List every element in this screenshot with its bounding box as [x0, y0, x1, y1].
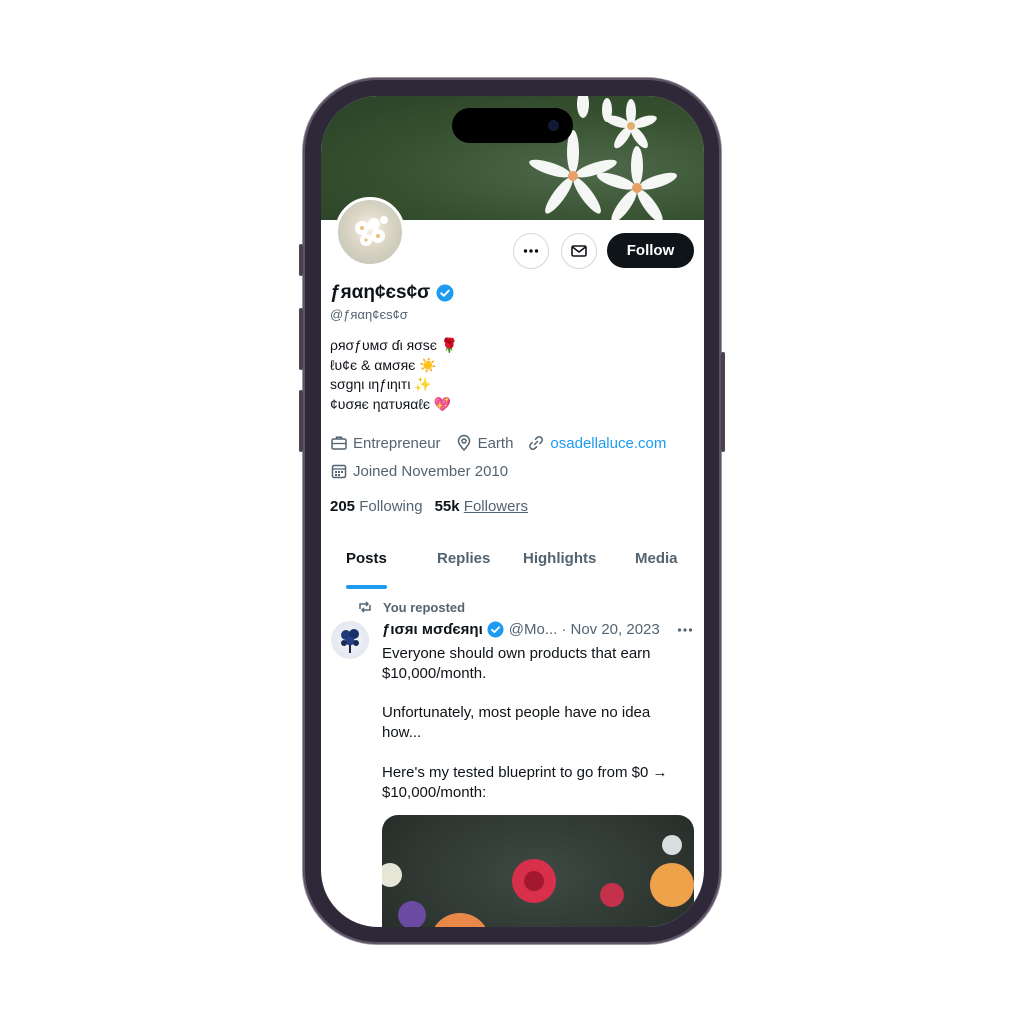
profile-name-row: ƒяαη¢єѕ¢σ [330, 282, 454, 304]
repost-label: You reposted [383, 599, 466, 615]
tweet-header: ƒισяι мσɗєяηι @Mo... · Nov 20, 2023 [382, 621, 694, 638]
phone-screen: Follow ƒяαη¢єѕ¢σ @ƒяαη¢єѕ¢σ ρяσƒυмσ ɗι я… [321, 96, 704, 927]
repost-indicator: You reposted [357, 599, 465, 615]
briefcase-icon [331, 436, 347, 450]
bio-line: ℓυ¢є & αмσяє ☀️ [330, 356, 437, 373]
joined-item: Joined November 2010 [330, 462, 508, 480]
follow-counts: 205 Following 55k Followers [330, 498, 528, 515]
website-link[interactable]: osadellaluce.com [550, 435, 666, 452]
dynamic-island [452, 108, 573, 143]
tweet-author-handle[interactable]: @Mo... [509, 621, 558, 638]
power-button [721, 352, 725, 452]
tab-posts[interactable]: Posts [346, 550, 387, 567]
tweet-more-button[interactable] [676, 621, 694, 644]
display-name: ƒяαη¢єѕ¢σ [330, 282, 431, 303]
location-text: Earth [477, 434, 514, 452]
message-button[interactable] [561, 233, 597, 269]
bio-line: ρяσƒυмσ ɗι яσѕє 🌹 [330, 337, 459, 353]
verified-badge-icon[interactable] [487, 621, 504, 638]
tweet-paragraph: Unfortunately, most people have no idea … [382, 704, 651, 742]
more-horizontal-icon [677, 628, 693, 632]
location-pin-icon [457, 434, 470, 452]
calendar-icon [331, 464, 347, 479]
envelope-icon [571, 245, 587, 257]
followers-label: Followers [463, 498, 528, 515]
profile-avatar[interactable] [335, 197, 405, 267]
website-item[interactable]: osadellaluce.com [527, 434, 666, 452]
tweet-author-avatar[interactable] [331, 621, 369, 659]
tweet-paragraph: Here's my tested blueprint to go from $0… [382, 763, 668, 801]
more-options-button[interactable] [513, 233, 549, 269]
volume-up-button [299, 308, 303, 370]
joined-row: Joined November 2010 [330, 462, 522, 480]
following-count-link[interactable]: 205 Following [330, 498, 423, 515]
more-horizontal-icon [523, 249, 539, 253]
profile-handle: @ƒяαη¢єѕ¢σ [330, 307, 408, 322]
tweet-author-name[interactable]: ƒισяι мσɗєяηι [382, 621, 483, 638]
followers-count-link[interactable]: 55k Followers [435, 498, 528, 515]
profile-tabs: Posts Replies Highlights Media [321, 550, 704, 590]
profile-meta-row: Entrepreneur Earth osadellaluce.com [330, 434, 680, 452]
volume-down-button [299, 390, 303, 452]
following-label: Following [359, 498, 423, 515]
verified-badge-icon[interactable] [436, 284, 454, 302]
tweet-text: Everyone should own products that earn $… [382, 644, 682, 802]
tab-media[interactable]: Media [635, 550, 678, 567]
active-tab-indicator [346, 585, 387, 589]
tab-replies[interactable]: Replies [437, 550, 490, 567]
repost-icon [359, 601, 371, 613]
action-button [299, 244, 303, 276]
bio-line: ѕσgηι ιηƒιηιтι ✨ [330, 376, 432, 392]
bio-line: ¢υσяє ηαтυяαℓє 💖 [330, 395, 452, 412]
joined-text: Joined November 2010 [353, 462, 509, 480]
link-icon [529, 436, 544, 450]
occupation-item: Entrepreneur [330, 434, 441, 452]
avatar-flowers-image [355, 216, 388, 246]
occupation-text: Entrepreneur [353, 434, 441, 452]
follow-button[interactable]: Follow [607, 233, 694, 268]
flower-bouquet-image [382, 835, 694, 927]
front-camera [548, 120, 559, 131]
tweet-paragraph: Everyone should own products that earn $… [382, 645, 651, 682]
tweet-media-image[interactable] [382, 815, 694, 927]
location-item: Earth [455, 434, 514, 452]
profile-bio: ρяσƒυмσ ɗι яσѕє 🌹 ℓυ¢є & αмσяє ☀️ ѕσgηι … [330, 336, 458, 414]
tab-highlights[interactable]: Highlights [523, 550, 596, 567]
author-avatar-image [341, 629, 359, 653]
following-count: 205 [330, 498, 356, 515]
followers-count: 55k [434, 498, 460, 515]
tweet-date[interactable]: · Nov 20, 2023 [561, 621, 659, 638]
